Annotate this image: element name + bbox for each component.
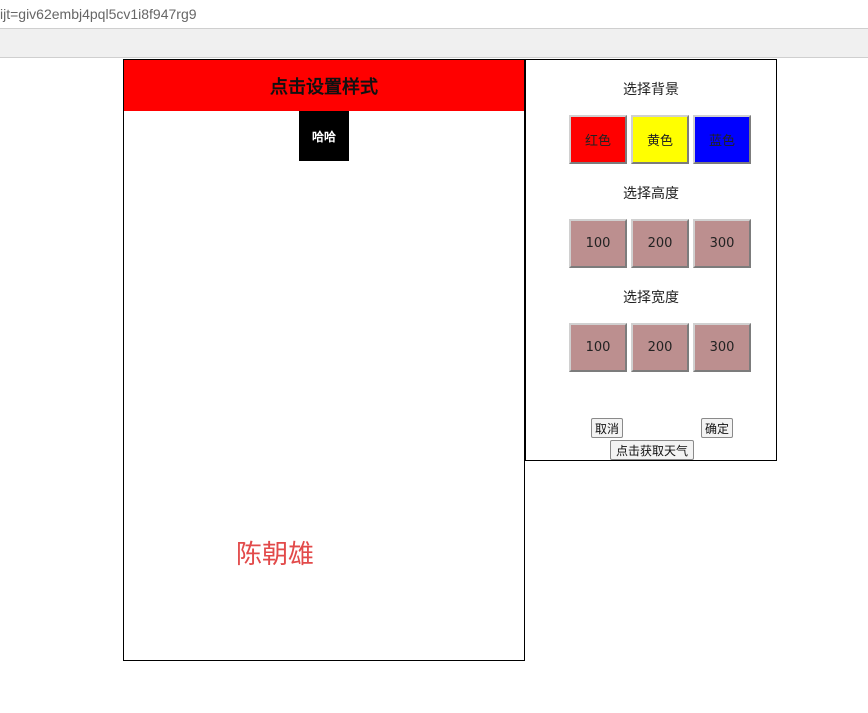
width-200-button[interactable]: 200 [631, 323, 689, 372]
bg-yellow-button[interactable]: 黄色 [631, 115, 689, 164]
get-weather-button[interactable]: 点击获取天气 [610, 440, 694, 460]
styled-box: 哈哈 [299, 111, 349, 161]
confirm-button[interactable]: 确定 [701, 418, 733, 438]
height-300-button[interactable]: 300 [693, 219, 751, 268]
preview-panel: 点击设置样式 哈哈 陈朝雄 [123, 59, 525, 661]
width-options: 100 200 300 [569, 323, 751, 372]
width-100-button[interactable]: 100 [569, 323, 627, 372]
style-settings-panel: 选择背景 红色 黄色 蓝色 选择高度 100 200 300 选择宽度 100 … [525, 59, 777, 461]
bg-red-button[interactable]: 红色 [569, 115, 627, 164]
set-style-header-button[interactable]: 点击设置样式 [124, 60, 524, 111]
cancel-button[interactable]: 取消 [591, 418, 623, 438]
height-options: 100 200 300 [569, 219, 751, 268]
address-bar[interactable]: ijt=giv62embj4pql5cv1i8f947rg9 [0, 0, 868, 29]
background-section-title: 选择背景 [623, 82, 679, 98]
author-signature: 陈朝雄 [236, 540, 315, 570]
width-section-title: 选择宽度 [623, 290, 679, 306]
height-section-title: 选择高度 [623, 186, 679, 202]
height-200-button[interactable]: 200 [631, 219, 689, 268]
url-text[interactable]: ijt=giv62embj4pql5cv1i8f947rg9 [0, 6, 197, 22]
bg-blue-button[interactable]: 蓝色 [693, 115, 751, 164]
width-300-button[interactable]: 300 [693, 323, 751, 372]
background-options: 红色 黄色 蓝色 [569, 115, 751, 164]
browser-toolbar [0, 29, 868, 58]
height-100-button[interactable]: 100 [569, 219, 627, 268]
